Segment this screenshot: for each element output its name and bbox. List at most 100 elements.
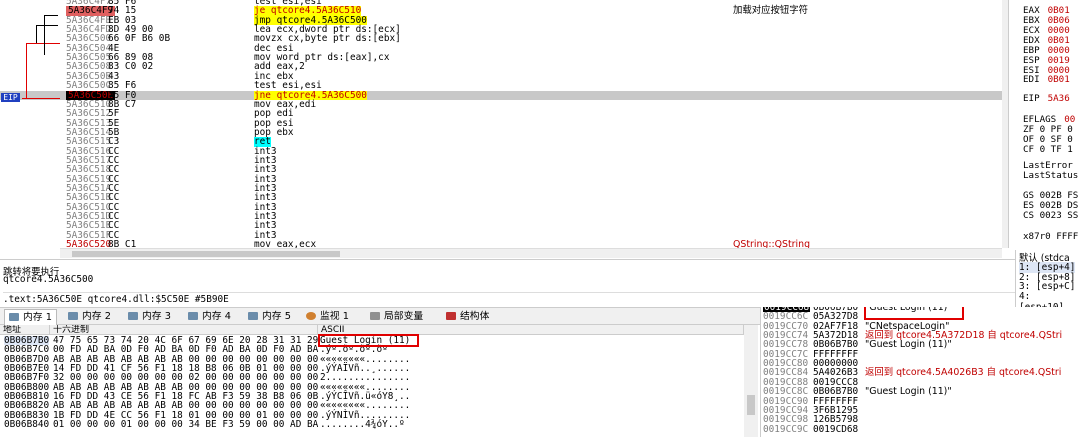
dump-header-hex[interactable]: 十六进制 (50, 325, 318, 335)
disasm-row[interactable]: 5A36C508 83 C0 02 add eax,2 (0, 62, 1002, 72)
dump-ascii: ........4¾óY..­º (320, 419, 405, 431)
register-row[interactable]: LastStatus (1023, 170, 1080, 181)
stack-row[interactable]: 0019CC90 FFFFFFFF (761, 396, 1080, 406)
tab-label: 结构体 (460, 311, 490, 322)
dump-vertical-scrollbar[interactable] (744, 325, 758, 437)
jump-arrow-line (36, 25, 37, 43)
tab-label: 内存 4 (202, 311, 231, 322)
disasm-row[interactable]: 5A36C515 C3 ret (0, 137, 1002, 147)
register-value: 5A36 (1047, 93, 1070, 104)
disasm-row[interactable]: 5A36C50C 85 F6 test esi,esi (0, 81, 1002, 91)
stack-value: 0019CD68 (813, 423, 859, 435)
info-panel: 跳转将要执行 qtcore4.5A36C500 .text:5A36C50E q… (0, 259, 1015, 307)
disasm-row[interactable]: 5A36C51A CC int3 (0, 184, 1002, 194)
disasm-row[interactable]: 5A36C514 5B pop ebx (0, 128, 1002, 138)
register-row[interactable]: CS 0023 SS (1023, 210, 1080, 221)
stack-row[interactable]: 0019CC7C FFFFFFFF (761, 349, 1080, 359)
register-row[interactable]: EDI 0B01 (1023, 74, 1070, 85)
disasm-row[interactable]: 5A36C517 CC int3 (0, 156, 1002, 166)
register-name: x87r0 FFFF (1023, 231, 1079, 242)
register-row[interactable]: x87r0 FFFF (1023, 231, 1080, 242)
disasm-row[interactable]: 5A36C51D CC int3 (0, 212, 1002, 222)
register-name: EIP (1023, 93, 1040, 104)
info-section-address: .text:5A36C50E qtcore4.dll:$5C50E #5B90E (3, 292, 1015, 305)
disassembly-panel[interactable]: 5A36C4F7 85 F6 test esi,esi 5A36C4F9 74 15 je… (0, 0, 1002, 248)
jump-arrow-line (44, 15, 58, 16)
disasm-row[interactable]: 5A36C51C CC int3 (0, 202, 1002, 212)
disasm-row[interactable]: 5A36C500 66 0F B6 0B movzx cx,byte ptr ds:… (0, 34, 1002, 44)
stack-comment: 返回到 qtcore4.5A4026B3 自 qtcore4.QStri (865, 367, 1062, 379)
disasm-row[interactable]: 5A36C4F9 74 15 je qtcore4.5A36C510 加载对应按钮字符 (0, 5, 1002, 17)
tab-memory-3[interactable]: 内存 3 (124, 309, 175, 325)
dump-row[interactable]: 0B06B840 01 00 00 00 01 00 00 00 34 BE F3… (0, 419, 744, 431)
jump-arrow-line (22, 98, 60, 99)
stack-row[interactable]: 0019CC8C 0B06B7B0 "Guest Login (11)" (761, 386, 1080, 398)
stack-row[interactable]: 0019CC9C 0019CD68 (761, 423, 1080, 435)
disasm-row[interactable]: 5A36C51F CC int3 (0, 230, 1002, 240)
jump-arrow-line (26, 43, 27, 98)
info-jump-target: qtcore4.5A36C500 (3, 274, 94, 285)
tab-label: 内存 5 (262, 311, 291, 322)
register-row[interactable]: CF 0 TF 1 (1023, 144, 1080, 155)
disasm-row[interactable]: 5A36C50E 75 F0 jne qtcore4.5A36C500 (0, 90, 1002, 100)
disasm-row[interactable]: 5A36C516 CC int3 (0, 146, 1002, 156)
tab-label: 监视 1 (320, 311, 349, 322)
stack-comment: "Guest Login (11)" (865, 386, 952, 398)
watch-icon (306, 312, 316, 320)
stack-comment: "Guest Login (11)" (865, 339, 952, 351)
memory-icon (9, 313, 19, 321)
disasm-comment: QString::QString (733, 239, 811, 248)
disasm-comment: 加载对应按钮字符 (733, 5, 809, 17)
memory-dump-panel[interactable]: 地址 十六进制 ASCII 0B06B7B0 47 75 65 73 74 20 … (0, 325, 760, 437)
disasm-row[interactable]: 5A36C518 CC int3 (0, 165, 1002, 175)
tab-memory-5[interactable]: 内存 5 (244, 309, 295, 325)
scrollbar-thumb[interactable] (747, 395, 755, 415)
tab-memory-4[interactable]: 内存 4 (184, 309, 235, 325)
register-name: EDI (1023, 74, 1040, 85)
dump-address: 0B06B840 (4, 419, 50, 431)
register-row[interactable]: EIP 5A36 (1023, 93, 1070, 104)
tab-memory-1[interactable]: 内存 1 (4, 309, 57, 325)
disasm-row[interactable]: 5A36C510 8B C7 mov eax,edi (0, 99, 1002, 109)
register-name: CS 0023 SS (1023, 210, 1079, 221)
scrollbar-thumb[interactable] (72, 251, 340, 257)
dump-hex-bytes: 01 00 00 00 01 00 00 00 34 BE F3 59 00 0… (53, 419, 319, 431)
stack-row[interactable]: 0019CC98 126B5798 (761, 415, 1080, 425)
disassembly-horizontal-scrollbar[interactable] (60, 248, 1002, 258)
ascii-highlight-box (318, 334, 419, 347)
struct-icon (446, 312, 456, 320)
disasm-row[interactable]: 5A36C512 5F pop edi (0, 109, 1002, 119)
disasm-row[interactable]: 5A36C51B CC int3 (0, 193, 1002, 203)
tab-label: 内存 2 (82, 311, 111, 322)
disasm-address: 5A36C520 (66, 239, 112, 248)
disasm-row[interactable]: 5A36C519 CC int3 (0, 174, 1002, 184)
arguments-panel[interactable]: 默认 (stdca 1: [esp+4] 2: [esp+8] 3: [esp+C]… (1015, 250, 1080, 307)
tab-label: 局部变量 (384, 311, 424, 322)
memory-icon (68, 312, 78, 320)
disasm-row[interactable]: 5A36C513 5E pop esi (0, 118, 1002, 128)
stack-row[interactable]: 0019CC94 3F6B1295 (761, 405, 1080, 415)
disasm-bytes: 8B C1 (108, 239, 137, 248)
register-name: LastStatus (1023, 170, 1079, 181)
memory-icon (188, 312, 198, 320)
register-name: CF 0 TF 1 (1023, 144, 1073, 155)
disasm-instruction: mov eax,ecx (254, 239, 317, 248)
tab-watch[interactable]: 监视 1 (302, 309, 353, 325)
tab-label: 内存 1 (23, 312, 52, 323)
disasm-row[interactable]: 5A36C520 8B C1 mov eax,ecx QString::QString (0, 240, 1002, 248)
tab-locals[interactable]: 局部变量 (366, 309, 427, 325)
disasm-row[interactable]: 5A36C50B 43 inc ebx (0, 71, 1002, 81)
registers-panel[interactable]: EAX 0B01 EBX 0B06 ECX 0000 EDX 0B01 EBP 0000 ESP 00… (1008, 0, 1080, 248)
tab-memory-2[interactable]: 内存 2 (64, 309, 115, 325)
memory-icon (248, 312, 258, 320)
dump-header-address[interactable]: 地址 (0, 325, 50, 335)
stack-panel[interactable]: 0019CC68 0B06B7B0 "Guest Login (11)" 0019CC… (760, 307, 1080, 437)
register-value: 0B01 (1047, 74, 1070, 85)
memory-tabs: 内存 1 内存 2 内存 3 内存 4 内存 5 监视 1 局部变量 结构体 (0, 307, 760, 325)
stack-row[interactable]: 0019CC84 5A4026B3 返回到 qtcore4.5A4026B3 自 q… (761, 367, 1080, 379)
tab-struct[interactable]: 结构体 (442, 309, 493, 325)
stack-row[interactable]: 0019CC78 0B06B7B0 "Guest Login (11)" (761, 339, 1080, 351)
argument-row[interactable]: 4: [esp+10] (1019, 291, 1080, 308)
disasm-row[interactable]: 5A36C51E CC int3 (0, 221, 1002, 231)
jump-arrow-line (26, 43, 60, 44)
